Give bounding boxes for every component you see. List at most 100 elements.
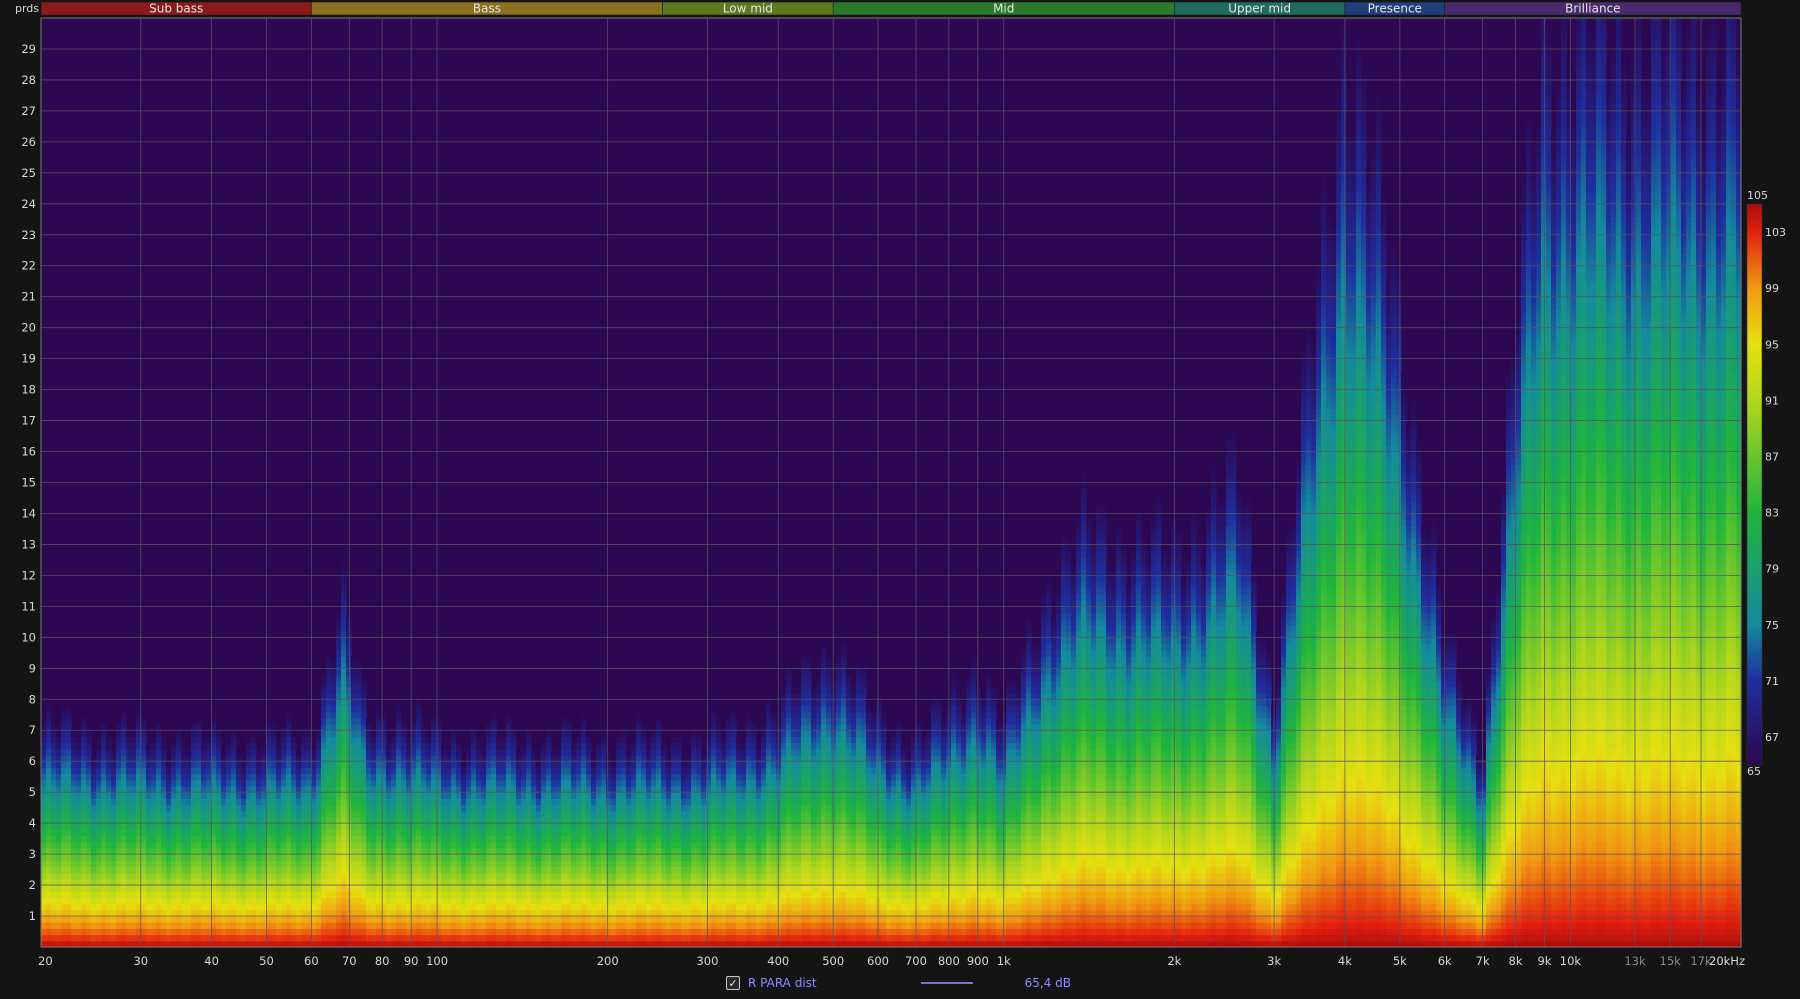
heatmap-cell xyxy=(531,848,537,855)
heatmap-cell xyxy=(721,749,727,756)
heatmap-cell xyxy=(486,910,492,917)
heatmap-cell xyxy=(166,774,172,781)
heatmap-cell xyxy=(451,897,457,904)
heatmap-cell xyxy=(196,755,202,762)
heatmap-cell xyxy=(66,897,72,904)
heatmap-cell xyxy=(201,761,207,768)
heatmap-cell xyxy=(131,743,137,750)
heatmap-cell xyxy=(276,755,282,762)
heatmap-cell xyxy=(446,829,452,836)
heatmap-cell xyxy=(301,860,307,867)
heatmap-cell xyxy=(386,761,392,768)
heatmap-cell xyxy=(286,749,292,756)
heatmap-cell xyxy=(331,873,337,880)
heatmap-cell xyxy=(671,780,677,787)
heatmap-cell xyxy=(226,761,232,768)
heatmap-cell xyxy=(291,860,297,867)
heatmap-cell xyxy=(226,922,232,929)
heatmap-cell xyxy=(521,817,527,824)
heatmap-cell xyxy=(41,730,47,737)
heatmap-cell xyxy=(586,767,592,774)
heatmap-cell xyxy=(511,836,517,843)
heatmap-cell xyxy=(61,718,67,725)
heatmap-cell xyxy=(246,916,252,923)
heatmap-cell xyxy=(191,792,197,799)
heatmap-cell xyxy=(156,854,162,861)
spectrogram-chart[interactable]: Sub bass Bass Low mid Mid Upper mid Presence B… xyxy=(0,0,1800,999)
heatmap-cell xyxy=(551,761,557,768)
heatmap-cell xyxy=(641,897,647,904)
heatmap-cell xyxy=(361,712,367,719)
heatmap-cell xyxy=(191,891,197,898)
heatmap-cell xyxy=(231,786,237,793)
heatmap-cell xyxy=(531,767,537,774)
heatmap-cell xyxy=(56,817,62,824)
heatmap-cell xyxy=(361,854,367,861)
heatmap-cell xyxy=(111,897,117,904)
heatmap-cell xyxy=(146,798,152,805)
heatmap-cell xyxy=(536,774,542,781)
heatmap-cell xyxy=(391,922,397,929)
heatmap-cell xyxy=(706,854,712,861)
heatmap-cell xyxy=(636,786,642,793)
heatmap-cell xyxy=(61,897,67,904)
heatmap-cell xyxy=(91,836,97,843)
heatmap-cell xyxy=(426,848,432,855)
heatmap-cell xyxy=(656,916,662,923)
heatmap-cell xyxy=(471,811,477,818)
heatmap-cell xyxy=(256,922,262,929)
heatmap-cell xyxy=(371,730,377,737)
heatmap-cell xyxy=(331,730,337,737)
heatmap-cell xyxy=(566,910,572,917)
heatmap-cell xyxy=(346,848,352,855)
heatmap-cell xyxy=(496,848,502,855)
heatmap-cell xyxy=(311,904,317,911)
heatmap-cell xyxy=(341,910,347,917)
heatmap-cell xyxy=(466,817,472,824)
heatmap-cell xyxy=(271,817,277,824)
heatmap-cell xyxy=(646,879,652,886)
heatmap-cell xyxy=(51,724,57,731)
heatmap-cell xyxy=(256,860,262,867)
heatmap-cell xyxy=(731,786,737,793)
heatmap-cell xyxy=(171,854,177,861)
heatmap-cell xyxy=(286,805,292,812)
heatmap-cell xyxy=(706,842,712,849)
heatmap-cell xyxy=(506,743,512,750)
heatmap-cell xyxy=(101,767,107,774)
heatmap-cell xyxy=(71,761,77,768)
heatmap-cell xyxy=(591,836,597,843)
heatmap-cell xyxy=(231,842,237,849)
heatmap-cell xyxy=(541,836,547,843)
heatmap-cell xyxy=(276,873,282,880)
heatmap-cell xyxy=(466,879,472,886)
heatmap-cell xyxy=(581,935,587,942)
heatmap-cell xyxy=(126,860,132,867)
heatmap-cell xyxy=(696,774,702,781)
heatmap-cell xyxy=(556,767,562,774)
heatmap-cell xyxy=(306,755,312,762)
heatmap-cell xyxy=(636,873,642,880)
heatmap-cell xyxy=(346,798,352,805)
heatmap-cell xyxy=(561,904,567,911)
heatmap-cell xyxy=(631,823,637,830)
heatmap-cell xyxy=(311,829,317,836)
heatmap-cell xyxy=(611,885,617,892)
heatmap-cell xyxy=(121,823,127,830)
heatmap-cell xyxy=(676,922,682,929)
heatmap-cell xyxy=(321,767,327,774)
heatmap-cell xyxy=(481,897,487,904)
heatmap-cell xyxy=(341,668,347,675)
heatmap-cell xyxy=(341,774,347,781)
heatmap-cell xyxy=(431,774,437,781)
heatmap-cell xyxy=(86,798,92,805)
heatmap-cell xyxy=(41,780,47,787)
heatmap-cell xyxy=(726,922,732,929)
heatmap-cell xyxy=(206,792,212,799)
heatmap-cell xyxy=(566,718,572,725)
heatmap-cell xyxy=(66,842,72,849)
heatmap-cell xyxy=(496,743,502,750)
heatmap-cell xyxy=(336,650,342,657)
heatmap-cell xyxy=(321,718,327,725)
heatmap-cell xyxy=(56,823,62,830)
